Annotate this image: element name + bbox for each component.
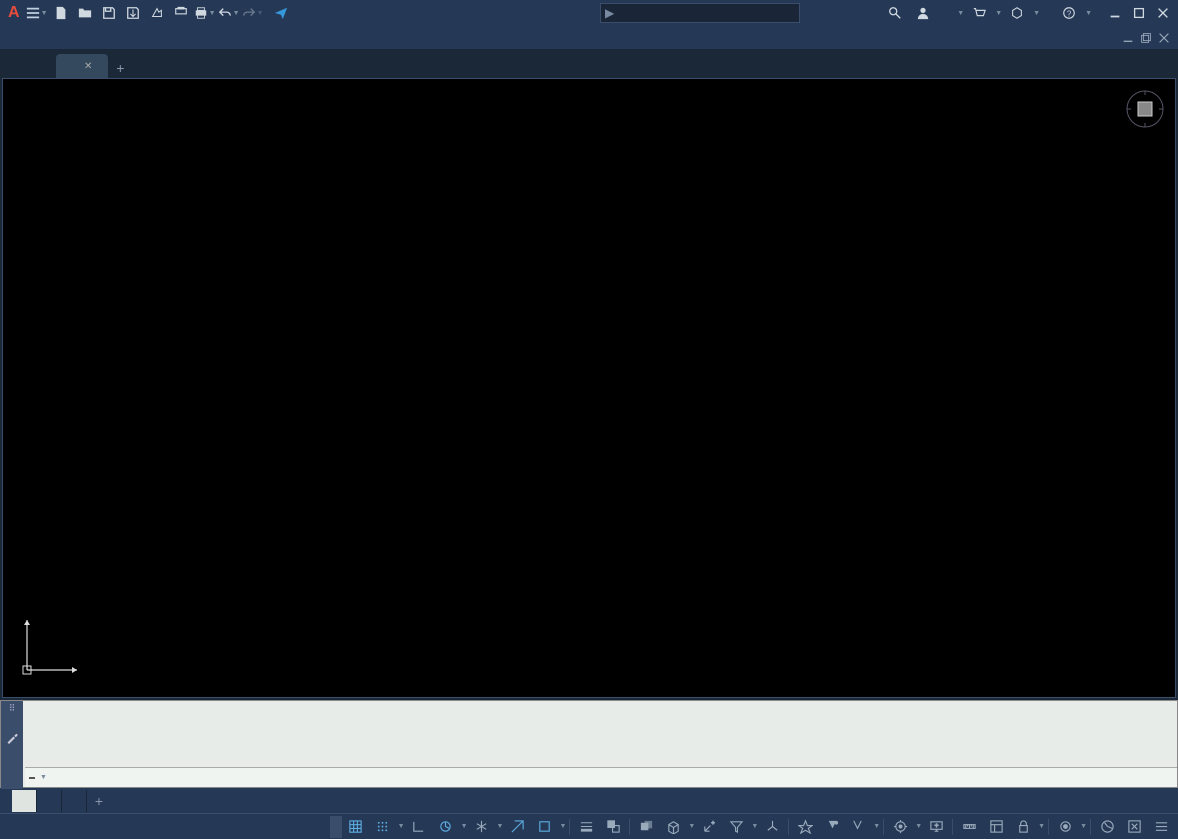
annotation-monitor-icon[interactable]: + — [923, 816, 949, 838]
minimize-icon[interactable] — [1104, 2, 1126, 24]
lineweight-icon[interactable] — [573, 816, 599, 838]
cmd-config-icon[interactable] — [6, 732, 18, 747]
search-icon[interactable] — [884, 2, 906, 24]
tab-doc1[interactable]: ✕ — [56, 54, 108, 78]
menu-icon[interactable]: ▼ — [26, 2, 48, 24]
autodesk-icon[interactable] — [1006, 2, 1028, 24]
layout-tab-model[interactable] — [12, 790, 37, 812]
viewcube[interactable] — [1125, 89, 1165, 129]
share-button[interactable] — [266, 2, 300, 24]
transparency-icon[interactable] — [600, 816, 626, 838]
menu-insert[interactable] — [80, 26, 104, 50]
units-icon[interactable] — [956, 816, 982, 838]
polar-icon[interactable] — [433, 816, 459, 838]
selection-filter-icon[interactable] — [723, 816, 749, 838]
svg-text:?: ? — [1067, 10, 1072, 19]
undo-icon[interactable]: ▼ — [218, 2, 240, 24]
annotation-visibility-icon[interactable] — [792, 816, 818, 838]
autoscale-icon[interactable] — [819, 816, 845, 838]
cmd-grip-icon[interactable]: ⠿ — [9, 703, 16, 714]
isolate-icon[interactable] — [1052, 816, 1078, 838]
saveas-icon[interactable] — [122, 2, 144, 24]
isodraft-icon[interactable] — [469, 816, 495, 838]
command-panel: ⠿ ▼ — [0, 700, 1178, 788]
login-button[interactable] — [910, 6, 940, 20]
menu-view[interactable] — [56, 26, 80, 50]
add-tab-button[interactable]: + — [108, 58, 132, 78]
ortho-icon[interactable] — [406, 816, 432, 838]
osnap-tracking-icon[interactable] — [504, 816, 530, 838]
tab-close-icon[interactable]: ✕ — [84, 61, 92, 72]
layout-tab-1[interactable] — [37, 790, 62, 812]
close-icon[interactable] — [1152, 2, 1174, 24]
doc-close-icon[interactable] — [1156, 27, 1172, 49]
doc-minimize-icon[interactable] — [1120, 27, 1136, 49]
print-icon[interactable]: ▼ — [194, 2, 216, 24]
quick-properties-icon[interactable] — [983, 816, 1009, 838]
help-icon[interactable]: ? — [1058, 2, 1080, 24]
search-input[interactable] — [618, 7, 795, 19]
cmd-prompt-icon — [29, 777, 35, 779]
menu-format[interactable] — [104, 26, 128, 50]
menu-modify[interactable] — [200, 26, 224, 50]
svg-text:+: + — [711, 821, 714, 827]
grid-icon[interactable] — [343, 816, 369, 838]
maximize-icon[interactable] — [1128, 2, 1150, 24]
workspace-icon[interactable] — [887, 816, 913, 838]
command-history — [25, 701, 1177, 767]
hardware-accel-icon[interactable] — [1094, 816, 1120, 838]
snap-icon[interactable] — [370, 816, 396, 838]
add-layout-button[interactable]: + — [87, 791, 111, 811]
menu-window[interactable] — [248, 26, 272, 50]
ucs-icon — [17, 610, 87, 683]
tab-start[interactable] — [20, 54, 56, 78]
layout-tab-2[interactable] — [62, 790, 87, 812]
doc-restore-icon[interactable] — [1138, 27, 1154, 49]
status-model-button[interactable] — [330, 816, 342, 838]
drawing-canvas[interactable] — [2, 78, 1176, 698]
menu-dim[interactable] — [176, 26, 200, 50]
search-box[interactable]: ▶ — [600, 3, 800, 23]
save-icon[interactable] — [98, 2, 120, 24]
plot-icon[interactable] — [170, 2, 192, 24]
selection-cycling-icon[interactable] — [633, 816, 659, 838]
cart-icon[interactable] — [968, 2, 990, 24]
menu-tools[interactable] — [128, 26, 152, 50]
menu-edit[interactable] — [32, 26, 56, 50]
web-icon[interactable] — [146, 2, 168, 24]
menu-param[interactable] — [224, 26, 248, 50]
menu-help[interactable] — [272, 26, 296, 50]
3dosnap-icon[interactable] — [660, 816, 686, 838]
annotation-scale[interactable] — [846, 816, 871, 838]
svg-text:+: + — [934, 822, 938, 829]
app-logo: A — [4, 4, 24, 22]
osnap-icon[interactable] — [531, 816, 557, 838]
redo-icon[interactable]: ▼ — [242, 2, 264, 24]
customize-icon[interactable] — [1148, 816, 1174, 838]
clean-screen-icon[interactable] — [1121, 816, 1147, 838]
menu-yuanquan[interactable] — [320, 26, 344, 50]
menu-file[interactable] — [8, 26, 32, 50]
dynamic-ucs-icon[interactable]: + — [696, 816, 722, 838]
command-input[interactable] — [53, 771, 1173, 785]
gizmo-icon[interactable] — [759, 816, 785, 838]
menu-draw[interactable] — [152, 26, 176, 50]
menu-express[interactable] — [296, 26, 320, 50]
open-icon[interactable] — [74, 2, 96, 24]
lock-ui-icon[interactable] — [1010, 816, 1036, 838]
new-icon[interactable] — [50, 2, 72, 24]
